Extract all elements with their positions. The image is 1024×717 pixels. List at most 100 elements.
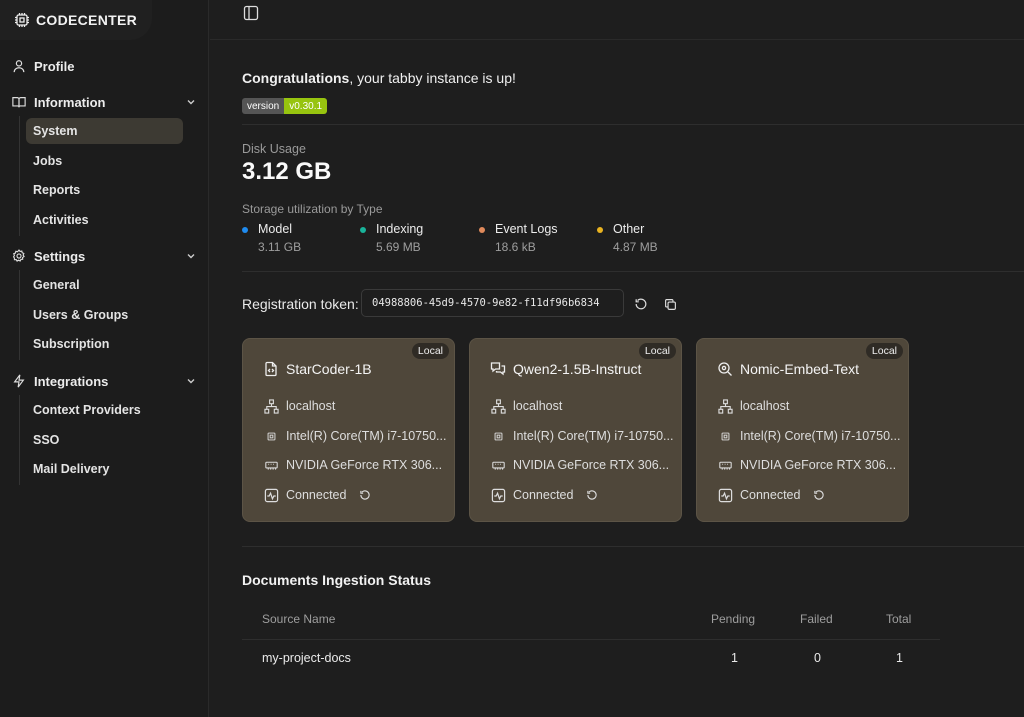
worker-host-text: localhost (740, 399, 790, 413)
network-icon (490, 398, 506, 414)
copy-icon[interactable] (662, 296, 678, 312)
nav-item-reports[interactable]: Reports (26, 177, 183, 203)
version-badge: version v0.30.1 (242, 98, 328, 114)
worker-gpu: NVIDIA GeForce RTX 306... (490, 457, 675, 473)
worker-cpu-text: Intel(R) Core(TM) i7-10750... (740, 429, 901, 443)
nav-item-context-providers[interactable]: Context Providers (26, 397, 183, 423)
worker-cpu: Intel(R) Core(TM) i7-10750... (263, 428, 448, 444)
nav-item-mail-delivery[interactable]: Mail Delivery (26, 456, 183, 482)
worker-gpu: NVIDIA GeForce RTX 306... (263, 457, 448, 473)
nav-item-sso[interactable]: SSO (26, 427, 183, 453)
column-header-total: Total (886, 612, 912, 626)
gpu-icon (263, 457, 279, 473)
table-cell-failed: 0 (814, 651, 821, 665)
divider (242, 124, 1024, 125)
disk-usage-value: 3.12 GB (242, 158, 332, 185)
worker-card: Local StarCoder-1B localhost Intel(R) Co… (242, 338, 455, 522)
lightning-icon (12, 374, 26, 388)
network-icon (263, 398, 279, 414)
worker-card: Local Qwen2-1.5B-Instruct localhost Inte… (469, 338, 682, 522)
worker-gpu-text: NVIDIA GeForce RTX 306... (286, 458, 443, 472)
nav-profile-label: Profile (34, 58, 75, 74)
legend-name: Model (258, 222, 293, 236)
registration-token-field[interactable]: 04988806-45d9-4570-9e82-f11df96b6834 (361, 289, 624, 317)
brand-logo[interactable]: CODECENTER (0, 0, 152, 40)
reconnect-icon[interactable] (813, 489, 825, 501)
worker-gpu-text: NVIDIA GeForce RTX 306... (740, 458, 897, 472)
legend-dot (360, 227, 366, 233)
brand-name: CODECENTER (36, 12, 138, 28)
worker-host-text: localhost (513, 399, 563, 413)
worker-status: Connected (263, 487, 448, 503)
worker-cpu-text: Intel(R) Core(TM) i7-10750... (513, 429, 674, 443)
table-cell-source[interactable]: my-project-docs (262, 651, 351, 665)
column-header-pending: Pending (711, 612, 756, 626)
nav-divider (19, 270, 20, 360)
worker-gpu: NVIDIA GeForce RTX 306... (717, 457, 902, 473)
cpu-icon (263, 428, 279, 444)
nav-item-users-groups[interactable]: Users & Groups (26, 302, 183, 328)
book-icon (12, 95, 26, 109)
nav-item-system[interactable]: System (26, 118, 183, 144)
activity-icon (490, 487, 506, 503)
nav-divider (19, 395, 20, 485)
local-badge: Local (411, 343, 449, 359)
legend-name: Other (613, 222, 645, 236)
nav-settings[interactable]: Settings (12, 246, 197, 266)
sidebar-toggle-icon[interactable] (243, 5, 259, 21)
worker-gpu-text: NVIDIA GeForce RTX 306... (513, 458, 670, 472)
disk-usage-label: Disk Usage (242, 142, 306, 156)
congrats-bold: Congratulations (242, 70, 350, 86)
worker-host: localhost (490, 398, 675, 414)
divider (242, 271, 1024, 272)
congrats-text: , your tabby instance is up! (349, 70, 516, 86)
worker-card: Local Nomic-Embed-Text localhost Intel(R… (696, 338, 909, 522)
chip-icon (14, 12, 30, 28)
reconnect-icon[interactable] (359, 489, 371, 501)
chevron-down-icon (185, 96, 197, 108)
reconnect-icon[interactable] (586, 489, 598, 501)
worker-status-text: Connected (740, 488, 801, 502)
local-badge: Local (865, 343, 903, 359)
gpu-icon (490, 457, 506, 473)
worker-status-text: Connected (286, 488, 347, 502)
top-bar (210, 0, 1024, 40)
nav-item-activities[interactable]: Activities (26, 207, 183, 233)
nav-integrations[interactable]: Integrations (12, 371, 197, 391)
nav-item-general[interactable]: General (26, 272, 183, 298)
sidebar: CODECENTER Profile Information System Jo… (0, 0, 209, 717)
nav-divider (19, 116, 20, 236)
code-file-icon (263, 361, 279, 377)
legend-dot (597, 227, 603, 233)
worker-cpu: Intel(R) Core(TM) i7-10750... (717, 428, 902, 444)
worker-name: Nomic-Embed-Text (740, 361, 860, 377)
worker-host-text: localhost (286, 399, 336, 413)
legend-name: Indexing (376, 222, 424, 236)
activity-icon (263, 487, 279, 503)
table-cell-pending: 1 (731, 651, 738, 665)
nav-information[interactable]: Information (12, 92, 197, 112)
docs-ingestion-title: Documents Ingestion Status (242, 572, 432, 588)
network-icon (717, 398, 733, 414)
worker-name: Qwen2-1.5B-Instruct (513, 361, 642, 377)
chevron-down-icon (185, 250, 197, 262)
nav-item-jobs[interactable]: Jobs (26, 148, 183, 174)
column-header-failed: Failed (800, 612, 833, 626)
congrats-message: Congratulations, your tabby instance is … (242, 70, 516, 86)
gpu-icon (717, 457, 733, 473)
nav-item-subscription[interactable]: Subscription (26, 331, 183, 357)
legend-value: 18.6 kB (495, 240, 536, 254)
legend-value: 4.87 MB (613, 240, 658, 254)
search-embed-icon (717, 361, 733, 377)
storage-utilization-label: Storage utilization by Type (242, 202, 383, 216)
worker-status: Connected (717, 487, 902, 503)
refresh-token-icon[interactable] (633, 296, 649, 312)
table-cell-total: 1 (896, 651, 903, 665)
nav-settings-label: Settings (34, 248, 86, 264)
cpu-icon (490, 428, 506, 444)
nav-profile[interactable]: Profile (12, 56, 197, 76)
chat-icon (490, 361, 506, 377)
worker-host: localhost (717, 398, 902, 414)
worker-status: Connected (490, 487, 675, 503)
nav-information-label: Information (34, 94, 106, 110)
